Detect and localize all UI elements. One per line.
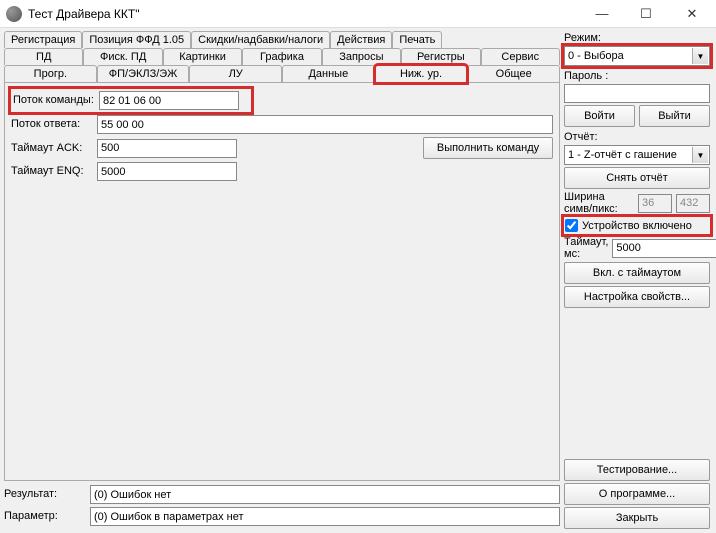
- timeout-input[interactable]: [612, 239, 716, 258]
- tab-actions[interactable]: Действия: [330, 31, 392, 48]
- ack-timeout-input[interactable]: [97, 139, 237, 158]
- testing-button[interactable]: Тестирование...: [564, 459, 710, 481]
- titlebar: Тест Драйвера ККТ" — ☐ ✕: [0, 0, 716, 28]
- result-label: Результат:: [4, 488, 90, 500]
- password-label: Пароль :: [564, 70, 710, 82]
- close-button[interactable]: Закрыть: [564, 507, 710, 529]
- tab-row-2: ПД Фиск. ПД Картинки Графика Запросы Рег…: [4, 47, 560, 64]
- width-chars-input: [638, 194, 672, 213]
- tab-pd[interactable]: ПД: [4, 48, 83, 65]
- tab-registers[interactable]: Регистры: [401, 48, 480, 65]
- tab-progr[interactable]: Прогр.: [4, 65, 97, 83]
- param-label: Параметр:: [4, 510, 90, 522]
- tab-fisk-pd[interactable]: Фиск. ПД: [83, 48, 162, 65]
- take-report-button[interactable]: Снять отчёт: [564, 167, 710, 189]
- about-button[interactable]: О программе...: [564, 483, 710, 505]
- mode-select-value: 0 - Выбора: [568, 50, 624, 62]
- report-select[interactable]: 1 - Z-отчёт с гашение: [564, 145, 710, 165]
- properties-button[interactable]: Настройка свойств...: [564, 286, 710, 308]
- tab-lu[interactable]: ЛУ: [189, 65, 282, 83]
- cmd-stream-input[interactable]: [99, 91, 239, 110]
- chevron-down-icon[interactable]: [692, 147, 708, 163]
- tab-data[interactable]: Данные: [282, 65, 375, 83]
- enq-timeout-input[interactable]: [97, 162, 237, 181]
- tab-position-ffd[interactable]: Позиция ФФД 1.05: [82, 31, 191, 48]
- logout-button[interactable]: Выйти: [639, 105, 710, 127]
- tab-registration[interactable]: Регистрация: [4, 31, 82, 48]
- login-button[interactable]: Войти: [564, 105, 635, 127]
- tab-common[interactable]: Общее: [467, 65, 560, 83]
- width-label: Ширина симв/пикс:: [564, 191, 634, 215]
- mode-label: Режим:: [564, 32, 710, 44]
- timeout-label: Таймаут, мс:: [564, 236, 608, 260]
- device-on-label: Устройство включено: [582, 220, 692, 232]
- tab-graphics[interactable]: Графика: [242, 48, 321, 65]
- chevron-down-icon[interactable]: [692, 48, 708, 64]
- tab-row-1: Регистрация Позиция ФФД 1.05 Скидки/надб…: [4, 30, 560, 47]
- ans-stream-label: Поток ответа:: [11, 118, 97, 130]
- minimize-button[interactable]: —: [580, 0, 624, 28]
- tab-fp-eklz[interactable]: ФП/ЭКЛЗ/ЭЖ: [97, 65, 190, 83]
- app-icon: [6, 6, 22, 22]
- tab-low-level[interactable]: Ниж. ур.: [375, 65, 468, 83]
- window-title: Тест Драйвера ККТ": [28, 7, 580, 21]
- device-on-checkbox-row[interactable]: Устройство включено: [564, 217, 710, 234]
- report-label: Отчёт:: [564, 131, 710, 143]
- ack-timeout-label: Таймаут ACK:: [11, 142, 97, 154]
- main-panel: Поток команды: Поток ответа: Таймаут ACK…: [4, 82, 560, 481]
- result-field: [90, 485, 560, 504]
- device-on-checkbox[interactable]: [565, 219, 578, 232]
- cmd-stream-label: Поток команды:: [13, 94, 99, 106]
- mode-select[interactable]: 0 - Выбора: [564, 46, 710, 66]
- param-field: [90, 507, 560, 526]
- tab-discounts[interactable]: Скидки/надбавки/налоги: [191, 31, 330, 48]
- enable-with-timeout-button[interactable]: Вкл. с таймаутом: [564, 262, 710, 284]
- tab-print[interactable]: Печать: [392, 31, 442, 48]
- maximize-button[interactable]: ☐: [624, 0, 668, 28]
- tab-row-3: Прогр. ФП/ЭКЛЗ/ЭЖ ЛУ Данные Ниж. ур. Общ…: [4, 64, 560, 82]
- report-select-value: 1 - Z-отчёт с гашение: [568, 149, 677, 161]
- tab-service[interactable]: Сервис: [481, 48, 560, 65]
- enq-timeout-label: Таймаут ENQ:: [11, 165, 97, 177]
- password-input[interactable]: [564, 84, 710, 103]
- ans-stream-input[interactable]: [97, 115, 553, 134]
- width-px-input: [676, 194, 710, 213]
- execute-command-button[interactable]: Выполнить команду: [423, 137, 553, 159]
- bottom-panel: Результат: Параметр:: [4, 485, 560, 529]
- close-window-button[interactable]: ✕: [668, 0, 716, 28]
- tab-pictures[interactable]: Картинки: [163, 48, 242, 65]
- tab-queries[interactable]: Запросы: [322, 48, 401, 65]
